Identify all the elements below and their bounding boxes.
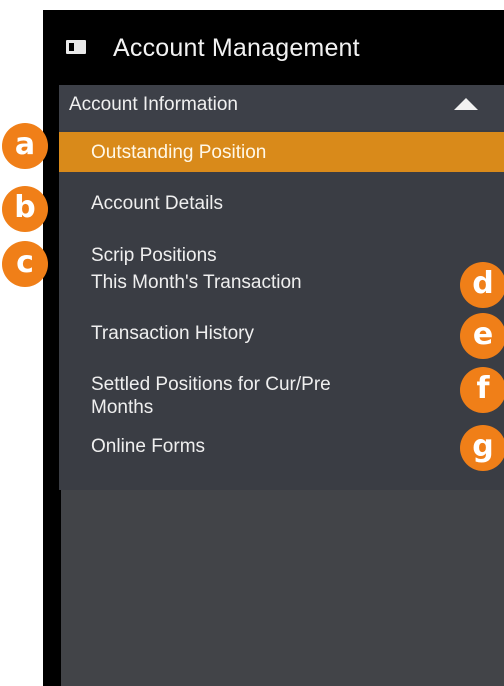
panel-title: Account Management xyxy=(113,34,360,62)
callout-badge-f: f xyxy=(460,367,504,413)
menu-item-outstanding-position[interactable]: Outstanding Position xyxy=(59,132,504,172)
panel-header: Account Management xyxy=(43,10,504,85)
caret-up-icon[interactable] xyxy=(454,98,478,110)
callout-badge-d: d xyxy=(460,262,504,308)
menu-item-this-month-transaction[interactable]: This Month's Transaction xyxy=(59,271,504,301)
menu-item-online-forms[interactable]: Online Forms xyxy=(59,435,504,465)
menu-item-scrip-positions[interactable]: Scrip Positions xyxy=(59,240,504,270)
menu-item-transaction-history[interactable]: Transaction History xyxy=(59,322,504,352)
callout-badge-e: e xyxy=(460,313,504,359)
callout-badge-c: c xyxy=(2,241,48,287)
panel-empty-area xyxy=(61,490,504,686)
section-title: Account Information xyxy=(69,94,238,115)
section-header[interactable]: Account Information xyxy=(59,85,504,130)
callout-badge-a: a xyxy=(2,123,48,169)
id-card-icon xyxy=(66,40,86,54)
account-information-section: Account Information Outstanding Position… xyxy=(59,85,504,490)
menu-item-settled-positions[interactable]: Settled Positions for Cur/Pre Months xyxy=(59,373,504,423)
menu-item-account-details[interactable]: Account Details xyxy=(59,188,504,218)
callout-badge-b: b xyxy=(2,186,48,232)
callout-badge-g: g xyxy=(460,425,504,471)
